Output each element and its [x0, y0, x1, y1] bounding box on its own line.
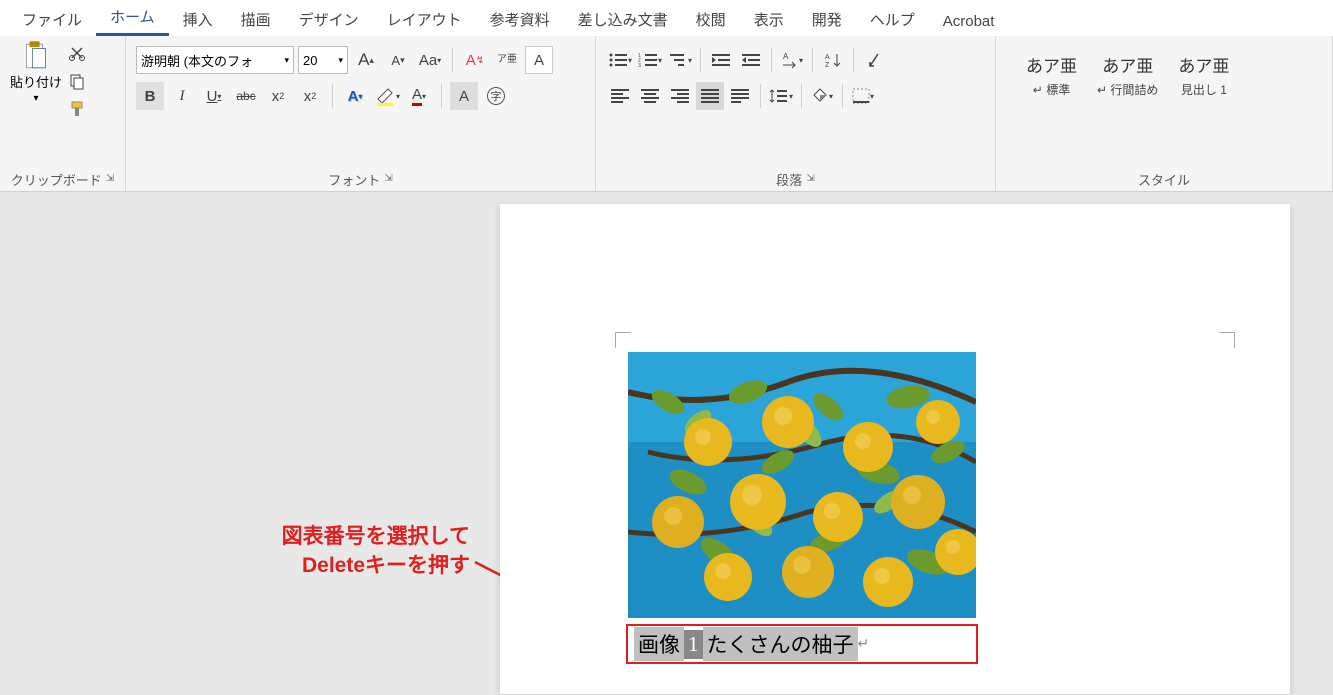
document-page[interactable]: 画像 1 たくさんの柚子 ↵ [500, 204, 1290, 694]
font-name-value: 游明朝 (本文のフォ [141, 51, 253, 70]
style-no-spacing[interactable]: あア亜 ↵ 行間詰め [1097, 52, 1158, 98]
tab-developer[interactable]: 開発 [798, 3, 856, 36]
text-direction-icon[interactable]: A▾ [778, 46, 806, 74]
char-shading-icon[interactable]: A [450, 82, 478, 110]
clipboard-launcher-icon[interactable]: ⇲ [106, 173, 114, 184]
font-launcher-icon[interactable]: ⇲ [384, 173, 392, 184]
bullets-icon[interactable]: ▾ [606, 46, 634, 74]
shading-icon[interactable]: ▾ [808, 82, 836, 110]
style-normal[interactable]: あア亜 ↵ 標準 [1026, 52, 1077, 98]
caption-prefix[interactable]: 画像 [634, 627, 684, 661]
paste-label: 貼り付け [10, 72, 62, 91]
align-left-icon[interactable] [606, 82, 634, 110]
paragraph-launcher-icon[interactable]: ⇲ [806, 173, 814, 184]
numbering-icon[interactable]: 123▾ [636, 46, 664, 74]
caption-text[interactable]: たくさんの柚子 [703, 627, 858, 661]
tab-design[interactable]: デザイン [285, 3, 373, 36]
shrink-font-icon[interactable]: A▾ [384, 46, 412, 74]
distribute-icon[interactable] [726, 82, 754, 110]
cut-icon[interactable] [66, 42, 88, 64]
subscript-button[interactable]: x2 [264, 82, 292, 110]
show-marks-icon[interactable] [860, 46, 888, 74]
tab-view[interactable]: 表示 [740, 3, 798, 36]
document-area: 図表番号を選択して Deleteキーを押す [0, 192, 1333, 695]
tab-help[interactable]: ヘルプ [856, 3, 929, 36]
enclose-char-icon[interactable]: 字 [482, 82, 510, 110]
change-case-icon[interactable]: Aa▾ [416, 46, 444, 74]
inserted-image[interactable] [628, 352, 976, 618]
clipboard-group-label: クリップボード [11, 166, 102, 191]
format-painter-icon[interactable] [66, 98, 88, 120]
grow-font-icon[interactable]: A▴ [352, 46, 380, 74]
copy-icon[interactable] [66, 70, 88, 92]
group-clipboard: 貼り付け ▾ クリップボード ⇲ [0, 36, 126, 191]
menubar: ファイル ホーム 挿入 描画 デザイン レイアウト 参考資料 差し込み文書 校閲… [0, 0, 1333, 36]
svg-text:Z: Z [825, 62, 830, 69]
font-size-selector[interactable]: 20▾ [298, 46, 348, 74]
ribbon: 貼り付け ▾ クリップボード ⇲ 游明朝 (本文のフォ▾ 20▾ A▴ A▾ A… [0, 36, 1333, 192]
tab-mailings[interactable]: 差し込み文書 [564, 3, 682, 36]
tab-draw[interactable]: 描画 [227, 3, 285, 36]
font-name-selector[interactable]: 游明朝 (本文のフォ▾ [136, 46, 294, 74]
svg-text:A: A [783, 52, 789, 61]
styles-group-label: スタイル [1138, 166, 1190, 191]
margin-corner-tl-icon [615, 332, 631, 348]
paragraph-group-label: 段落 [776, 166, 802, 191]
highlight-icon[interactable]: ▾ [373, 82, 401, 110]
image-caption[interactable]: 画像 1 たくさんの柚子 ↵ [626, 624, 978, 664]
clear-format-icon[interactable]: A↯ [461, 46, 489, 74]
tab-references[interactable]: 参考資料 [476, 3, 564, 36]
strikethrough-button[interactable]: abc [232, 82, 260, 110]
text-effects-icon[interactable]: A▾ [341, 82, 369, 110]
annotation-text: 図表番号を選択して Deleteキーを押す [170, 522, 470, 581]
style-heading1[interactable]: あア亜 見出し 1 [1178, 52, 1229, 98]
margin-corner-tr-icon [1219, 332, 1235, 348]
group-paragraph: ▾ 123▾ ▾ A▾ AZ ▾ [596, 36, 996, 191]
superscript-button[interactable]: x2 [296, 82, 324, 110]
align-right-icon[interactable] [666, 82, 694, 110]
align-justify-icon[interactable] [696, 82, 724, 110]
font-color-icon[interactable]: A▾ [405, 82, 433, 110]
tab-home[interactable]: ホーム [96, 0, 169, 36]
tab-insert[interactable]: 挿入 [169, 3, 227, 36]
italic-button[interactable]: I [168, 82, 196, 110]
tab-layout[interactable]: レイアウト [373, 3, 476, 36]
svg-text:A: A [825, 54, 830, 61]
line-spacing-icon[interactable]: ▾ [767, 82, 795, 110]
phonetic-guide-icon[interactable]: ア亜 [493, 46, 521, 74]
multilevel-list-icon[interactable]: ▾ [666, 46, 694, 74]
paste-icon[interactable] [22, 42, 50, 70]
tab-file[interactable]: ファイル [8, 3, 96, 36]
svg-text:3: 3 [638, 63, 641, 68]
char-border-icon[interactable]: A [525, 46, 553, 74]
borders-icon[interactable]: ▾ [849, 82, 877, 110]
decrease-indent-icon[interactable] [707, 46, 735, 74]
font-size-value: 20 [303, 53, 317, 68]
align-center-icon[interactable] [636, 82, 664, 110]
tab-review[interactable]: 校閲 [682, 3, 740, 36]
sort-icon[interactable]: AZ [819, 46, 847, 74]
underline-button[interactable]: U▾ [200, 82, 228, 110]
increase-indent-icon[interactable] [737, 46, 765, 74]
caption-number[interactable]: 1 [684, 630, 703, 659]
font-group-label: フォント [328, 166, 380, 191]
group-font: 游明朝 (本文のフォ▾ 20▾ A▴ A▾ Aa▾ A↯ ア亜 A B I U▾… [126, 36, 596, 191]
bold-button[interactable]: B [136, 82, 164, 110]
group-styles: あア亜 ↵ 標準 あア亜 ↵ 行間詰め あア亜 見出し 1 スタイル [996, 36, 1333, 191]
tab-acrobat[interactable]: Acrobat [929, 7, 1009, 36]
